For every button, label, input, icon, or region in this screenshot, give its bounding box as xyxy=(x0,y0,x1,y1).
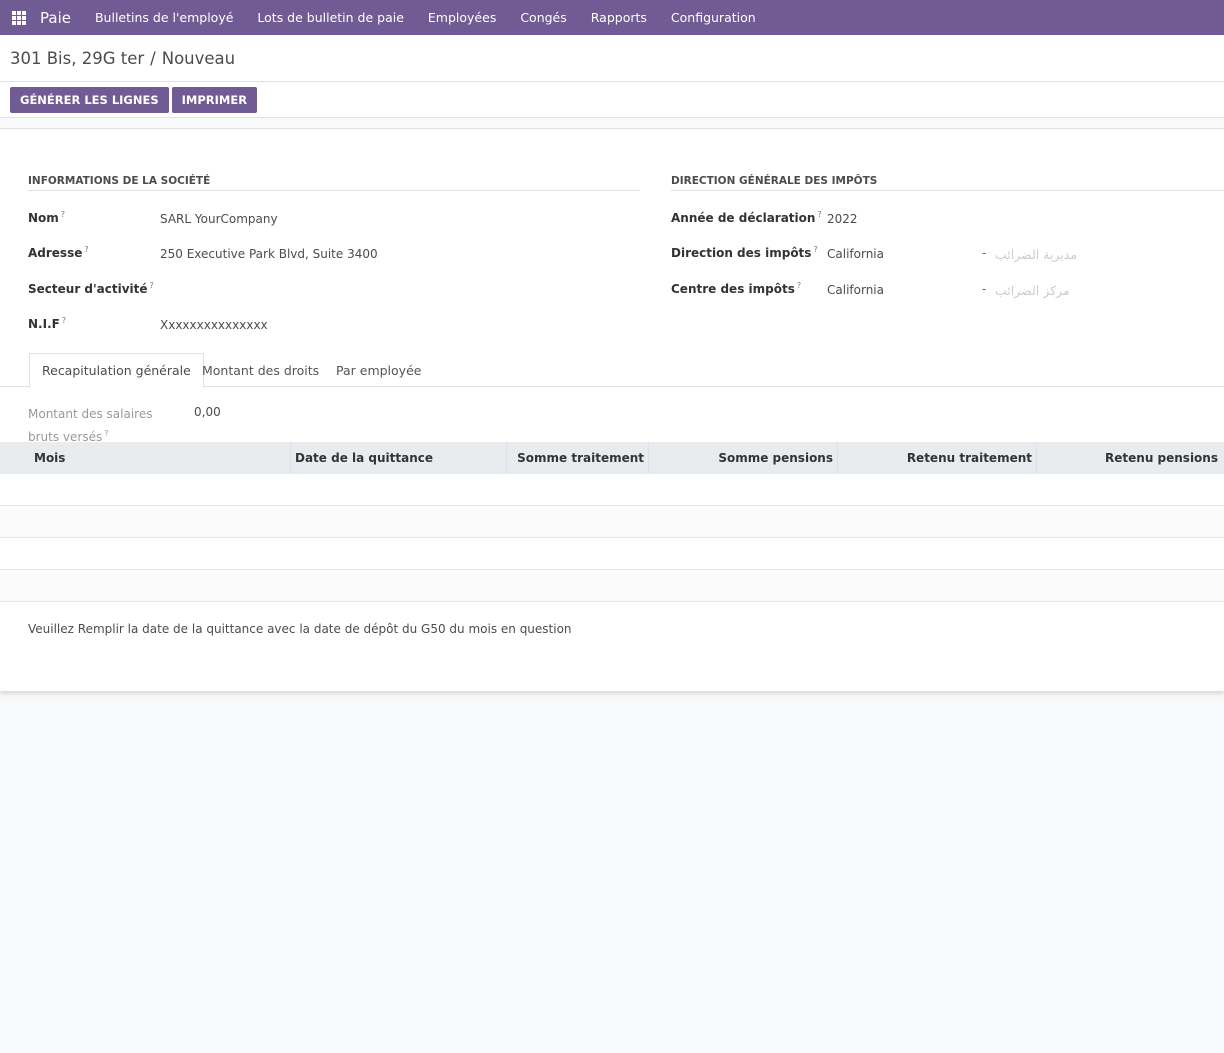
column-header-retenu-pensions[interactable]: Retenu pensions xyxy=(1037,442,1224,474)
apps-grid-icon[interactable] xyxy=(12,10,26,25)
generate-lines-button[interactable]: GÉNÉRER LES LIGNES xyxy=(10,86,169,113)
tab-par-employee[interactable]: Par employée xyxy=(324,353,433,387)
nif-label: N.I.F? xyxy=(28,316,67,331)
column-header-retenu-traitement[interactable]: Retenu traitement xyxy=(838,442,1037,474)
print-button[interactable]: IMPRIMER xyxy=(171,86,258,113)
menu-item-bulletins[interactable]: Bulletins de l'employé xyxy=(83,10,245,25)
recap-table: Mois Date de la quittance Somme traiteme… xyxy=(0,442,1224,602)
menu-item-lots[interactable]: Lots de bulletin de paie xyxy=(245,10,416,25)
tax-direction-arabic-field[interactable]: مديرية الضرائب xyxy=(995,247,1077,262)
table-row xyxy=(0,570,1224,602)
name-field[interactable]: SARL YourCompany xyxy=(160,212,278,226)
top-navbar: Paie Bulletins de l'employé Lots de bull… xyxy=(0,0,1224,35)
name-label: Nom? xyxy=(28,210,66,225)
tax-direction-label: Direction des impôts? xyxy=(671,245,818,260)
help-icon[interactable]: ? xyxy=(813,245,817,254)
control-panel: 301 Bis, 29G ter / Nouveau xyxy=(0,35,1224,82)
help-icon[interactable]: ? xyxy=(84,245,88,254)
company-group-title: INFORMATIONS DE LA SOCIÉTÉ xyxy=(28,175,211,187)
tax-direction-dash: - xyxy=(982,246,987,260)
tab-recapitulation[interactable]: Recapitulation générale xyxy=(29,353,204,388)
nif-field[interactable]: Xxxxxxxxxxxxxxx xyxy=(160,318,268,332)
menu-item-configuration[interactable]: Configuration xyxy=(659,10,768,25)
tax-group-title: DIRECTION GÉNÉRALE DES IMPÔTS xyxy=(671,175,878,187)
table-row xyxy=(0,538,1224,570)
gross-salaries-value: 0,00 xyxy=(194,405,221,419)
tax-group-divider xyxy=(671,190,1224,191)
tax-center-label: Centre des impôts? xyxy=(671,281,802,296)
help-icon[interactable]: ? xyxy=(150,281,154,290)
tax-direction-field[interactable]: California xyxy=(827,247,884,261)
tax-center-field[interactable]: California xyxy=(827,283,884,297)
address-field[interactable]: 250 Executive Park Blvd, Suite 3400 xyxy=(160,247,378,261)
column-header-date-quittance[interactable]: Date de la quittance xyxy=(291,442,507,474)
help-icon[interactable]: ? xyxy=(62,316,66,325)
action-bar: GÉNÉRER LES LIGNES IMPRIMER xyxy=(0,82,1224,118)
help-icon[interactable]: ? xyxy=(61,210,65,219)
tax-center-arabic-field[interactable]: مركز الضرائب xyxy=(995,283,1070,298)
column-header-somme-pensions[interactable]: Somme pensions xyxy=(649,442,838,474)
app-brand[interactable]: Paie xyxy=(40,9,71,27)
menu-item-conges[interactable]: Congés xyxy=(508,10,578,25)
main-menu: Bulletins de l'employé Lots de bulletin … xyxy=(83,10,768,25)
breadcrumb-parent[interactable]: 301 Bis, 29G ter xyxy=(10,49,144,68)
table-header: Mois Date de la quittance Somme traiteme… xyxy=(0,442,1224,474)
table-row xyxy=(0,506,1224,538)
breadcrumb: 301 Bis, 29G ter / Nouveau xyxy=(10,49,235,68)
column-header-somme-traitement[interactable]: Somme traitement xyxy=(507,442,649,474)
menu-item-employees[interactable]: Employées xyxy=(416,10,508,25)
column-header-mois[interactable]: Mois xyxy=(0,442,291,474)
declaration-year-label: Année de déclaration? xyxy=(671,210,822,225)
tax-center-dash: - xyxy=(982,282,987,296)
company-group-divider xyxy=(28,190,640,191)
breadcrumb-current: Nouveau xyxy=(161,48,236,68)
help-icon[interactable]: ? xyxy=(817,210,821,219)
notebook-tabs: Recapitulation générale Montant des droi… xyxy=(0,353,1224,388)
tab-montant-droits[interactable]: Montant des droits xyxy=(190,353,331,387)
address-label: Adresse? xyxy=(28,245,89,260)
table-row xyxy=(0,474,1224,506)
form-sheet: INFORMATIONS DE LA SOCIÉTÉ Nom? SARL You… xyxy=(0,128,1224,691)
help-note: Veuillez Remplir la date de la quittance… xyxy=(28,622,572,636)
menu-item-rapports[interactable]: Rapports xyxy=(579,10,659,25)
help-icon[interactable]: ? xyxy=(104,429,108,438)
gross-salaries-label: Montant des salaires bruts versés? xyxy=(28,407,153,444)
declaration-year-field[interactable]: 2022 xyxy=(827,212,858,226)
activity-sector-label: Secteur d'activité? xyxy=(28,281,154,296)
breadcrumb-separator: / xyxy=(150,48,156,68)
help-icon[interactable]: ? xyxy=(797,281,801,290)
